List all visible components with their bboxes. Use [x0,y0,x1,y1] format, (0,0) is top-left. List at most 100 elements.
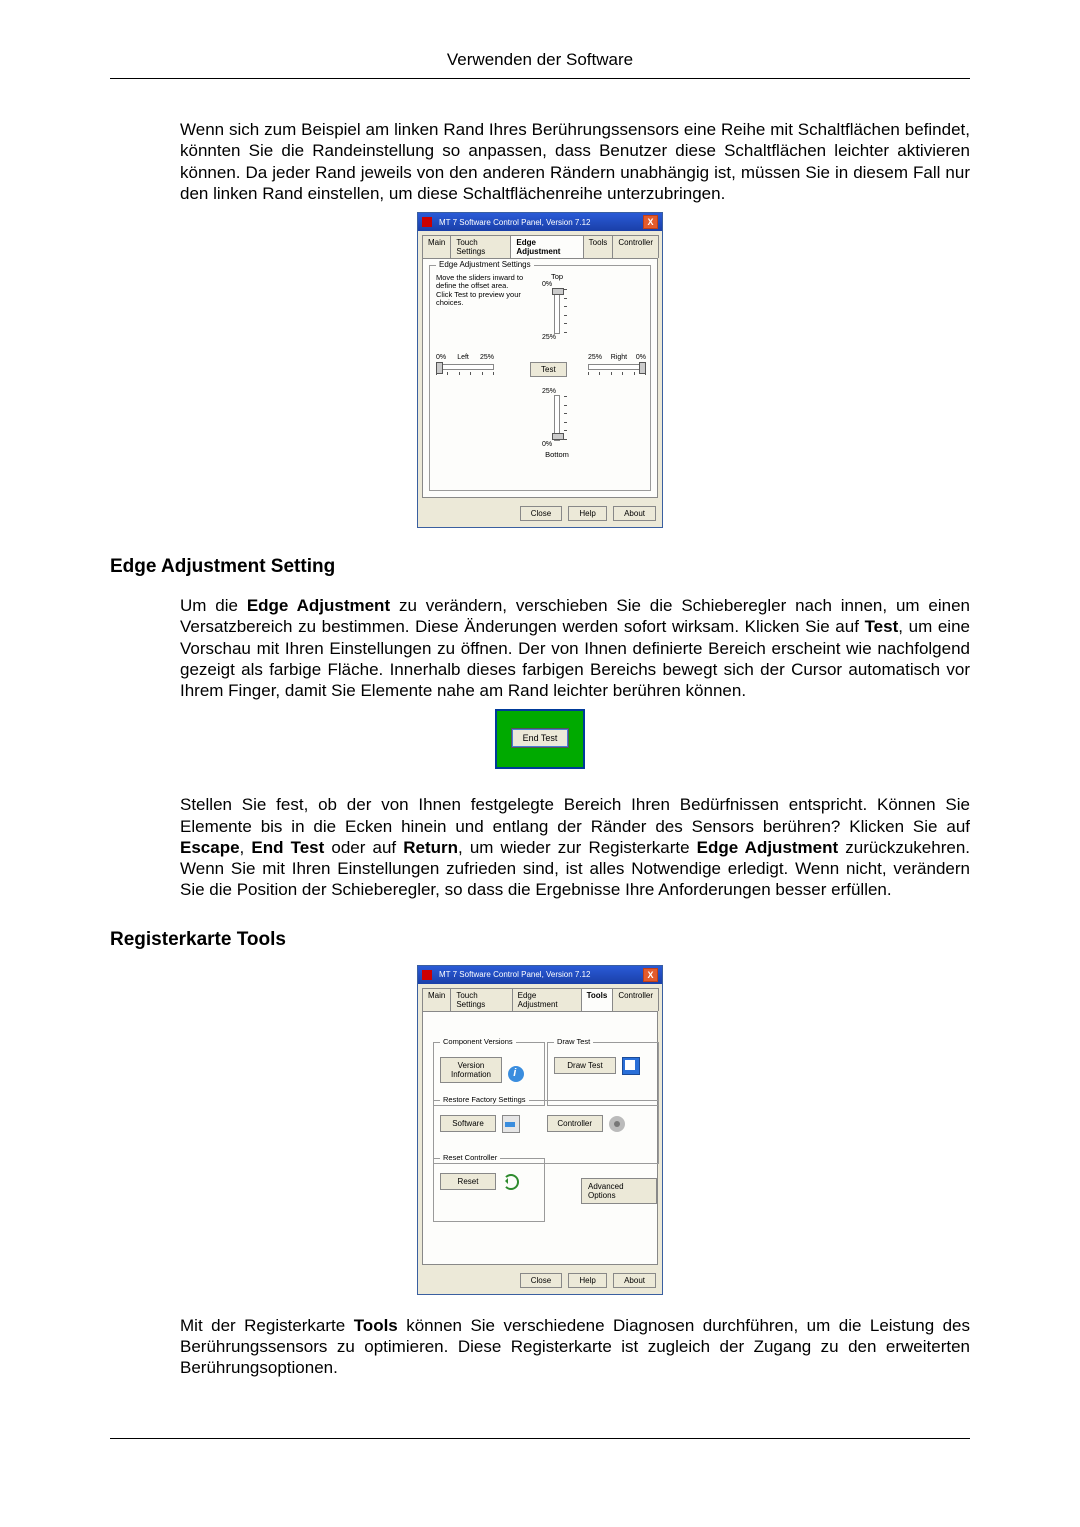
app-logo-icon [422,217,432,227]
footer-rule [110,1438,970,1439]
about-button[interactable]: About [613,1273,656,1288]
advanced-options-button[interactable]: Advanced Options [581,1178,657,1204]
software-icon [502,1115,520,1133]
p4a: Mit der Registerkarte [180,1316,354,1335]
right-label: Right [611,354,627,361]
help-button[interactable]: Help [568,1273,606,1288]
left-range: 0% Left 25% [436,354,494,361]
draw-test-legend: Draw Test [554,1037,593,1046]
tab-controller[interactable]: Controller [612,235,659,258]
reset-controller-group: Reset Controller Reset [433,1158,545,1222]
left-slider-thumb[interactable] [436,362,443,374]
dialog-title-text: MT 7 Software Control Panel, Version 7.1… [439,218,639,227]
tab-touch-settings[interactable]: Touch Settings [450,988,512,1011]
left-ticks [436,372,494,375]
help-button[interactable]: Help [568,506,606,521]
right-slider-thumb[interactable] [639,362,646,374]
draw-icon [622,1057,640,1075]
info-icon [508,1066,524,1082]
left-slider-block: 0% Left 25% [436,354,494,375]
p3e: oder auf [324,838,403,857]
right-25pct: 25% [588,354,602,361]
tab-touch-settings[interactable]: Touch Settings [450,235,511,258]
p3c: , [240,838,252,857]
tab-main[interactable]: Main [422,235,451,258]
top-25pct: 25% [542,334,572,341]
edge-test-preview: End Test [495,709,585,769]
top-0pct: 0% [542,281,572,288]
left-25pct: 25% [480,354,494,361]
edge-instructions: Move the sliders inward to define the of… [436,274,524,307]
close-button[interactable]: Close [520,506,562,521]
top-slider[interactable] [554,288,560,334]
restore-factory-legend: Restore Factory Settings [440,1095,529,1104]
header-rule [110,78,970,79]
tab-tools[interactable]: Tools [581,988,614,1011]
p4b: Tools [354,1316,398,1335]
left-slider[interactable] [436,364,494,370]
restore-controller-button[interactable]: Controller [547,1115,603,1132]
end-test-paragraph: Stellen Sie fest, ob der von Ihnen festg… [180,794,970,900]
figure-end-test: End Test [110,709,970,774]
tab-body-edge: Edge Adjustment Settings Move the slider… [422,258,658,498]
close-icon[interactable]: X [643,968,658,982]
test-button-wrap: Test [530,362,567,377]
close-button[interactable]: Close [520,1273,562,1288]
right-0pct: 0% [636,354,646,361]
close-icon[interactable]: X [643,215,658,229]
p3a: Stellen Sie fest, ob der von Ihnen festg… [180,795,970,835]
tools-dialog: MT 7 Software Control Panel, Version 7.1… [417,965,663,1295]
top-label: Top [542,272,572,281]
edge-settings-group: Edge Adjustment Settings Move the slider… [429,265,651,491]
edge-group-legend: Edge Adjustment Settings [436,260,534,269]
bottom-slider-thumb[interactable] [552,433,564,440]
dialog-footer: Close Help About [418,502,662,527]
figure-tools: MT 7 Software Control Panel, Version 7.1… [110,965,970,1295]
tab-edge-adjustment[interactable]: Edge Adjustment [510,235,583,258]
left-0pct: 0% [436,354,446,361]
component-versions-legend: Component Versions [440,1037,516,1046]
p2d: Test [865,617,899,636]
right-ticks [588,372,646,375]
top-slider-block: Top 0% 25% [542,270,572,341]
tools-tab-strip: Main Touch Settings Edge Adjustment Tool… [418,984,662,1011]
p3f: Return [403,838,458,857]
edge-adjustment-paragraph: Um die Edge Adjustment zu verändern, ver… [180,595,970,701]
page-header-title: Verwenden der Software [110,50,970,70]
tools-dialog-titlebar[interactable]: MT 7 Software Control Panel, Version 7.1… [418,966,662,984]
draw-test-group: Draw Test Draw Test [547,1042,659,1106]
p3h: Edge Adjustment [697,838,839,857]
intro-paragraph: Wenn sich zum Beispiel am linken Rand Ih… [180,119,970,204]
end-test-button[interactable]: End Test [511,728,569,748]
document-page: Verwenden der Software Wenn sich zum Bei… [0,0,1080,1507]
restore-software-button[interactable]: Software [440,1115,496,1132]
right-range: 25% Right 0% [588,354,646,361]
figure-edge-adjustment: MT 7 Software Control Panel, Version 7.1… [110,212,970,528]
top-slider-thumb[interactable] [552,288,564,295]
tab-strip: Main Touch Settings Edge Adjustment Tool… [418,231,662,258]
test-button[interactable]: Test [530,362,567,377]
reset-icon [502,1173,518,1189]
tab-edge-adjustment[interactable]: Edge Adjustment [512,988,582,1011]
reset-controller-legend: Reset Controller [440,1153,500,1162]
controller-icon [609,1116,625,1132]
edge-adjustment-dialog: MT 7 Software Control Panel, Version 7.1… [417,212,663,528]
right-slider[interactable] [588,364,646,370]
dialog-titlebar[interactable]: MT 7 Software Control Panel, Version 7.1… [418,213,662,231]
tools-dialog-footer: Close Help About [418,1269,662,1294]
about-button[interactable]: About [613,506,656,521]
tab-body-tools: Component Versions Version Information D… [422,1011,658,1265]
section-edge-adjustment: Edge Adjustment Setting [110,556,970,578]
bottom-slider[interactable] [554,395,560,441]
draw-test-button[interactable]: Draw Test [554,1057,616,1074]
reset-button[interactable]: Reset [440,1173,496,1190]
bottom-label: Bottom [542,450,572,459]
version-info-button[interactable]: Version Information [440,1057,502,1083]
p3b: Escape [180,838,240,857]
bottom-ticks [564,396,567,440]
tab-tools[interactable]: Tools [583,235,614,258]
tab-controller[interactable]: Controller [612,988,659,1011]
advanced-options-wrap: Advanced Options [581,1178,657,1204]
bottom-0pct: 0% [542,441,572,448]
tab-main[interactable]: Main [422,988,451,1011]
